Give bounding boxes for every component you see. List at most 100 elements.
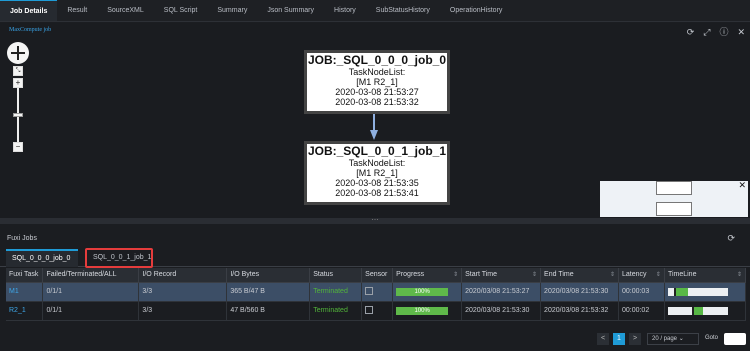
refresh-icon[interactable]: ⟳ (687, 27, 695, 37)
table-row[interactable]: M1 0/1/1 3/3 365 B/47 B Terminated 100% … (6, 282, 747, 302)
column-header[interactable]: Fuxi Task (6, 268, 44, 283)
progress-bar: 100% (396, 306, 449, 315)
column-label: Start Time (465, 271, 498, 279)
sort-icon[interactable]: ⇕ (610, 271, 615, 278)
task-link[interactable]: M1 (6, 282, 44, 302)
cell-end: 2020/03/08 21:53:30 (540, 282, 619, 302)
tab-json-summary[interactable]: Json Summary (257, 0, 324, 21)
tab-sql-script[interactable]: SQL Script (154, 0, 208, 21)
tab-operationhistory[interactable]: OperationHistory (440, 0, 513, 21)
tab-job-0[interactable]: SQL_0_0_0_job_0 (6, 249, 78, 267)
cell-io-record: 3/3 (138, 282, 228, 302)
cell-progress: 100% (392, 282, 463, 302)
node-end: 2020-03-08 21:53:32 (335, 97, 419, 107)
graph-label: MaxCompute job (9, 27, 52, 33)
goto-input[interactable] (724, 333, 746, 345)
cell-start: 2020/03/08 21:53:30 (461, 301, 542, 321)
cell-ftall: 0/1/1 (42, 301, 140, 321)
column-label: Progress (396, 271, 425, 279)
progress-bar: 100% (396, 287, 449, 296)
node-line: TaskNodeList: (348, 67, 406, 77)
minimap-close-icon[interactable]: ✕ (738, 180, 746, 191)
cell-io-bytes: 365 B/47 B (226, 282, 311, 302)
sort-icon[interactable]: ⇕ (656, 271, 661, 278)
panel-resize-handle[interactable]: ⋯ (0, 217, 750, 224)
sensor-icon[interactable] (365, 286, 374, 295)
fuxi-task-table: Fuxi Task Failed/Terminated/ALL I/O Reco… (6, 268, 747, 321)
column-header-timeline[interactable]: TimeLine ⇕ (664, 268, 747, 283)
cell-status: Terminated (309, 282, 363, 302)
timeline-fill (675, 287, 688, 296)
node-line: TaskNodeList: (348, 158, 406, 168)
cell-sensor (361, 282, 394, 302)
column-header-latency[interactable]: Latency ⇕ (618, 268, 665, 283)
fuxi-jobs-header: Fuxi Jobs ⟳ (0, 230, 750, 248)
timeline-bar (667, 306, 728, 315)
chevron-down-icon: ⌄ (678, 336, 684, 342)
table-row[interactable]: R2_1 0/1/1 3/3 47 B/560 B Terminated 100… (6, 301, 747, 321)
top-tab-bar: Job Details Result SourceXML SQL Script … (0, 0, 750, 22)
column-header-start[interactable]: Start Time ⇕ (461, 268, 542, 283)
fuxi-jobs-title: Fuxi Jobs (7, 235, 37, 242)
cell-status: Terminated (309, 301, 363, 321)
page-size-select[interactable]: 20 / page ⌄ (647, 333, 699, 345)
fit-icon[interactable]: ⤡ (13, 66, 23, 76)
tab-summary[interactable]: Summary (207, 0, 257, 21)
node-line: [M1 R2_1] (356, 77, 398, 87)
page-1-button[interactable]: 1 (613, 333, 625, 345)
sort-icon[interactable]: ⇕ (453, 271, 458, 278)
cell-sensor (361, 301, 394, 321)
sort-icon[interactable]: ⇕ (532, 271, 537, 278)
pagination: < 1 > 20 / page ⌄ Goto (0, 331, 750, 347)
fullscreen-icon[interactable]: ⤢ (703, 27, 710, 37)
minimap[interactable]: ✕ (600, 180, 748, 217)
graph-node-job-0[interactable]: JOB:_SQL_0_0_0_job_0 TaskNodeList: [M1 R… (304, 50, 450, 114)
graph-toolbar: ⟳ ⤢ ⓘ ✕ (687, 27, 745, 37)
timeline-bar (667, 287, 728, 296)
node-end: 2020-03-08 21:53:41 (335, 188, 419, 198)
tab-sourcexml[interactable]: SourceXML (97, 0, 154, 21)
sort-icon[interactable]: ⇕ (737, 271, 742, 278)
column-header[interactable]: Status (309, 268, 363, 283)
task-link[interactable]: R2_1 (6, 301, 44, 321)
tab-job-1[interactable]: SQL_0_0_1_job_1 (85, 248, 153, 268)
tab-history[interactable]: History (324, 0, 366, 21)
cell-start: 2020/03/08 21:53:27 (461, 282, 542, 302)
table-header-row: Fuxi Task Failed/Terminated/ALL I/O Reco… (6, 268, 747, 283)
column-header-end[interactable]: End Time ⇕ (540, 268, 619, 283)
node-line: [M1 R2_1] (356, 168, 398, 178)
zoom-out-button[interactable]: − (13, 142, 23, 152)
column-header[interactable]: I/O Bytes (226, 268, 311, 283)
tab-result[interactable]: Result (57, 0, 97, 21)
close-icon[interactable]: ✕ (737, 27, 745, 37)
tab-substatushistory[interactable]: SubStatusHistory (366, 0, 440, 21)
column-header[interactable]: Sensor (361, 268, 394, 283)
cell-end: 2020/03/08 21:53:32 (540, 301, 619, 321)
cell-latency: 00:00:02 (618, 301, 665, 321)
node-title: JOB:_SQL_0_0_1_job_1 (307, 144, 447, 158)
cell-timeline (664, 282, 747, 302)
tab-job-details[interactable]: Job Details (0, 0, 58, 21)
minimap-node (656, 202, 692, 216)
next-page-button[interactable]: > (629, 333, 641, 345)
column-header[interactable]: Failed/Terminated/ALL (42, 268, 140, 283)
column-header[interactable]: I/O Record (138, 268, 228, 283)
pan-control[interactable] (7, 42, 29, 64)
column-label: Latency (621, 271, 647, 279)
graph-edge-arrow (370, 114, 378, 140)
zoom-slider-thumb[interactable] (13, 113, 23, 117)
cell-ftall: 0/1/1 (42, 282, 140, 302)
prev-page-button[interactable]: < (597, 333, 609, 345)
goto-label: Goto (705, 335, 719, 341)
zoom-in-button[interactable]: + (13, 78, 23, 88)
zoom-slider[interactable] (13, 88, 23, 142)
info-icon[interactable]: ⓘ (719, 27, 728, 37)
zoom-control: ⤡ + − (10, 66, 26, 152)
column-header-progress[interactable]: Progress ⇕ (392, 268, 463, 283)
node-title: JOB:_SQL_0_0_0_job_0 (307, 53, 447, 67)
graph-node-job-1[interactable]: JOB:_SQL_0_0_1_job_1 TaskNodeList: [M1 R… (304, 141, 450, 205)
refresh-icon[interactable]: ⟳ (727, 233, 735, 244)
column-label: TimeLine (667, 271, 697, 279)
sensor-icon[interactable] (365, 305, 374, 314)
cell-io-record: 3/3 (138, 301, 228, 321)
